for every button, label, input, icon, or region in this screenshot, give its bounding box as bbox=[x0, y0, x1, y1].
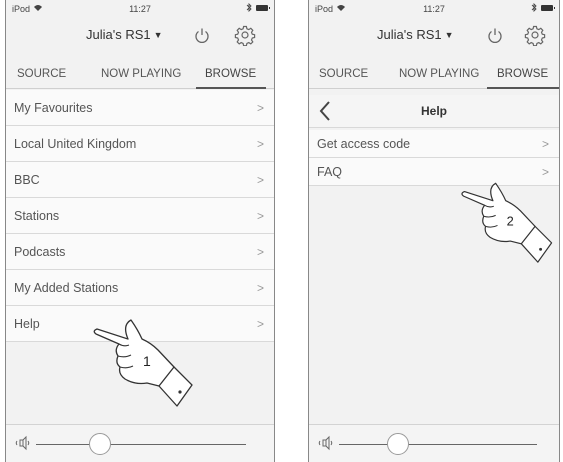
list-item-podcasts[interactable]: Podcasts > bbox=[6, 234, 274, 270]
battery-icon bbox=[256, 4, 270, 11]
chevron-right-icon: > bbox=[256, 317, 264, 331]
chevron-right-icon: > bbox=[256, 137, 264, 151]
gear-icon[interactable] bbox=[524, 24, 546, 46]
tab-source[interactable]: SOURCE bbox=[319, 68, 368, 80]
bluetooth-icon bbox=[246, 3, 252, 12]
tab-browse[interactable]: BROWSE bbox=[205, 68, 256, 80]
list-item-my-favourites[interactable]: My Favourites > bbox=[6, 90, 274, 126]
list-item-label: My Added Stations bbox=[14, 281, 119, 295]
pointing-hand-icon: 2 bbox=[461, 182, 553, 263]
tab-source[interactable]: SOURCE bbox=[17, 68, 66, 80]
page-title: Help bbox=[420, 104, 447, 118]
tab-browse[interactable]: BROWSE bbox=[497, 68, 548, 80]
device-selector[interactable]: Julia's RS1 ▼ bbox=[377, 27, 454, 42]
device-bar: Julia's RS1 ▼ bbox=[6, 22, 274, 50]
tab-now-playing[interactable]: NOW PLAYING bbox=[101, 68, 181, 80]
bluetooth-icon bbox=[531, 3, 537, 12]
callout-step-1: 1 bbox=[143, 353, 151, 369]
device-selector[interactable]: Julia's RS1 ▼ bbox=[86, 27, 163, 42]
browse-list: My Favourites > Local United Kingdom > BBC… bbox=[6, 90, 274, 342]
chevron-right-icon: > bbox=[256, 101, 264, 115]
list-item-stations[interactable]: Stations > bbox=[6, 198, 274, 234]
caret-down-icon: ▼ bbox=[444, 30, 454, 40]
chevron-right-icon: > bbox=[256, 173, 264, 187]
pointing-hand-icon: 1 bbox=[93, 319, 193, 407]
list-item-get-access-code[interactable]: Get access code > bbox=[309, 130, 559, 158]
list-item-label: Local United Kingdom bbox=[14, 137, 137, 151]
list-item-label: Help bbox=[14, 317, 40, 331]
list-item-local[interactable]: Local United Kingdom > bbox=[6, 126, 274, 162]
status-time: 11:27 bbox=[423, 4, 445, 14]
power-icon[interactable] bbox=[191, 24, 213, 46]
volume-slider-knob[interactable] bbox=[89, 433, 111, 455]
status-bar: iPod 11:27 bbox=[6, 0, 274, 18]
list-item-bbc[interactable]: BBC > bbox=[6, 162, 274, 198]
list-item-my-added-stations[interactable]: My Added Stations > bbox=[6, 270, 274, 306]
chevron-right-icon: > bbox=[541, 137, 549, 151]
tab-bar: SOURCE NOW PLAYING BROWSE bbox=[6, 60, 274, 89]
power-icon[interactable] bbox=[484, 24, 506, 46]
status-time: 11:27 bbox=[129, 4, 151, 14]
chevron-right-icon: > bbox=[256, 209, 264, 223]
speaker-icon bbox=[15, 435, 30, 451]
callout-step-2: 2 bbox=[507, 213, 514, 228]
active-tab-indicator bbox=[487, 87, 559, 89]
list-item-label: Stations bbox=[14, 209, 60, 223]
list-item-label: My Favourites bbox=[14, 101, 93, 115]
list-item-label: Get access code bbox=[317, 137, 411, 151]
volume-track[interactable] bbox=[339, 444, 537, 445]
tab-bar: SOURCE NOW PLAYING BROWSE bbox=[309, 60, 559, 89]
list-item-label: Podcasts bbox=[14, 245, 66, 259]
active-tab-indicator bbox=[196, 87, 266, 89]
device-name-label: Julia's RS1 bbox=[377, 27, 442, 42]
list-item-label: BBC bbox=[14, 173, 40, 187]
phone-screen-help: iPod 11:27 Julia's RS1 ▼ SOURCE NOW PLAYI… bbox=[308, 0, 560, 462]
tab-now-playing[interactable]: NOW PLAYING bbox=[399, 68, 479, 80]
device-name-label: Julia's RS1 bbox=[86, 27, 151, 42]
chevron-right-icon: > bbox=[256, 245, 264, 259]
volume-bar bbox=[6, 424, 274, 462]
volume-track[interactable] bbox=[36, 444, 246, 445]
caret-down-icon: ▼ bbox=[153, 30, 163, 40]
phone-screen-browse: iPod 11:27 Julia's RS1 ▼ SOURCE NOW PLAYI… bbox=[5, 0, 275, 462]
list-item-label: FAQ bbox=[317, 165, 343, 179]
help-header: Help bbox=[309, 95, 559, 128]
battery-icon bbox=[541, 4, 555, 11]
speaker-icon bbox=[318, 435, 333, 451]
chevron-right-icon: > bbox=[256, 281, 264, 295]
volume-bar bbox=[309, 424, 559, 462]
volume-slider-knob[interactable] bbox=[387, 433, 409, 455]
status-bar: iPod 11:27 bbox=[309, 0, 559, 18]
device-bar: Julia's RS1 ▼ bbox=[309, 22, 559, 50]
gear-icon[interactable] bbox=[234, 24, 256, 46]
